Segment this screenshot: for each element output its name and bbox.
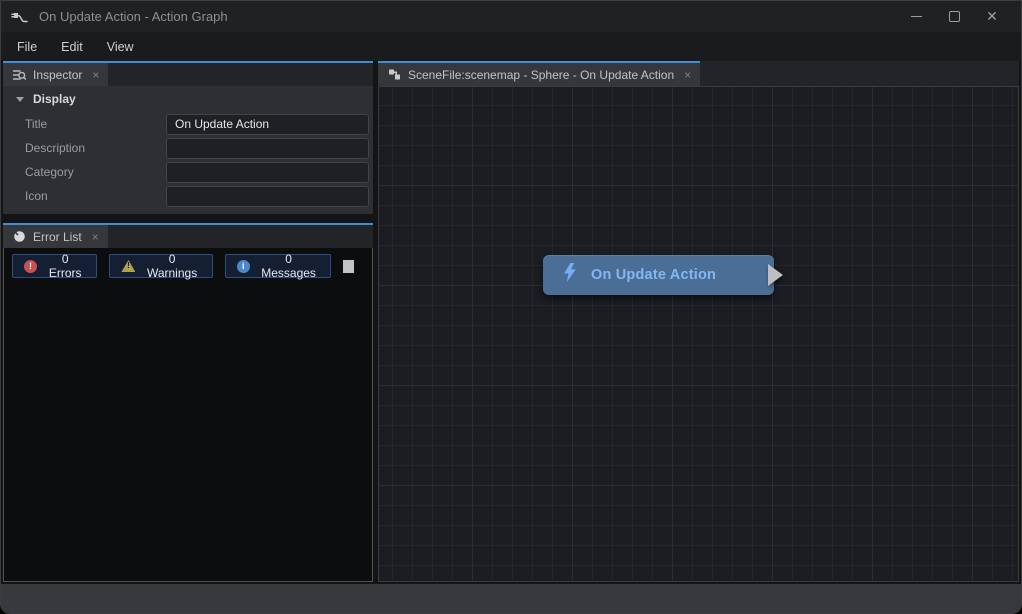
error-circle-icon: !	[24, 260, 37, 273]
menu-edit[interactable]: Edit	[49, 36, 95, 58]
main-area: Inspector × Display Title Description	[1, 61, 1021, 584]
menu-view[interactable]: View	[95, 36, 146, 58]
bottom-statusbar	[1, 584, 1021, 613]
display-section-label: Display	[33, 92, 76, 106]
category-input[interactable]	[166, 162, 369, 183]
description-input[interactable]	[166, 138, 369, 159]
window-controls: ✕	[897, 4, 1011, 30]
tab-graph-label: SceneFile:scenemap - Sphere - On Update …	[408, 68, 674, 82]
clear-list-icon[interactable]	[343, 260, 354, 273]
graph-node-icon	[387, 68, 401, 82]
tab-inspector-close-icon[interactable]: ×	[92, 68, 99, 82]
titlebar: On Update Action - Action Graph ✕	[1, 1, 1021, 32]
menu-file[interactable]: File	[5, 36, 49, 58]
app-window: On Update Action - Action Graph ✕ File E…	[0, 0, 1022, 614]
inspector-tabbar: Inspector ×	[3, 61, 373, 86]
messages-filter-label: 0 Messages	[258, 252, 320, 280]
tab-error-list-label: Error List	[33, 230, 82, 244]
icon-field-label: Icon	[25, 189, 166, 203]
inspector-panel: Display Title Description Category Icon	[3, 86, 373, 214]
minimize-icon	[911, 16, 922, 17]
error-list-toolbar: ! 0 Errors ! 0 Warnings i 0 Messages	[4, 248, 372, 284]
minimize-button[interactable]	[897, 4, 935, 30]
tab-inspector[interactable]: Inspector ×	[3, 63, 108, 86]
lightning-bolt-icon	[564, 263, 577, 287]
tab-graph-close-icon[interactable]: ×	[684, 68, 691, 82]
description-field-label: Description	[25, 141, 166, 155]
field-row-title: Title	[3, 112, 373, 136]
display-section-header[interactable]: Display	[3, 86, 373, 112]
left-dock-column: Inspector × Display Title Description	[3, 61, 373, 582]
tab-inspector-label: Inspector	[33, 68, 82, 82]
errorlist-tabbar: Error List ×	[3, 223, 373, 248]
errors-filter-label: 0 Errors	[45, 252, 85, 280]
field-row-description: Description	[3, 136, 373, 160]
error-list-content	[4, 284, 372, 581]
category-field-label: Category	[25, 165, 166, 179]
error-list-circle-icon	[12, 230, 26, 244]
menubar: File Edit View	[1, 32, 1021, 61]
info-circle-icon: i	[237, 260, 250, 273]
node-title: On Update Action	[591, 267, 716, 283]
graph-canvas[interactable]: On Update Action	[378, 86, 1019, 582]
inspector-search-list-icon	[12, 68, 26, 82]
warnings-filter-label: 0 Warnings	[143, 252, 200, 280]
action-graph-plug-icon	[11, 8, 29, 26]
graph-node-on-update-action[interactable]: On Update Action	[543, 255, 774, 295]
maximize-button[interactable]	[935, 4, 973, 30]
field-row-category: Category	[3, 160, 373, 184]
maximize-icon	[949, 11, 960, 22]
title-input[interactable]	[166, 114, 369, 135]
graph-dock-column: SceneFile:scenemap - Sphere - On Update …	[378, 61, 1019, 582]
warning-triangle-icon: !	[121, 260, 135, 272]
dock-splitter[interactable]	[3, 214, 373, 223]
graph-tabbar: SceneFile:scenemap - Sphere - On Update …	[378, 61, 1019, 86]
field-row-icon: Icon	[3, 184, 373, 208]
tab-error-list[interactable]: Error List ×	[3, 225, 108, 248]
tab-graph[interactable]: SceneFile:scenemap - Sphere - On Update …	[378, 61, 700, 86]
close-button[interactable]: ✕	[973, 4, 1011, 30]
errors-filter-button[interactable]: ! 0 Errors	[12, 254, 97, 278]
collapse-arrow-icon	[16, 97, 24, 102]
error-list-panel: ! 0 Errors ! 0 Warnings i 0 Messages	[3, 248, 373, 582]
node-output-pin[interactable]	[768, 264, 783, 286]
messages-filter-button[interactable]: i 0 Messages	[225, 254, 332, 278]
warnings-filter-button[interactable]: ! 0 Warnings	[109, 254, 212, 278]
tab-error-list-close-icon[interactable]: ×	[92, 230, 99, 244]
icon-input[interactable]	[166, 186, 369, 207]
title-field-label: Title	[25, 117, 166, 131]
window-title: On Update Action - Action Graph	[39, 9, 228, 24]
